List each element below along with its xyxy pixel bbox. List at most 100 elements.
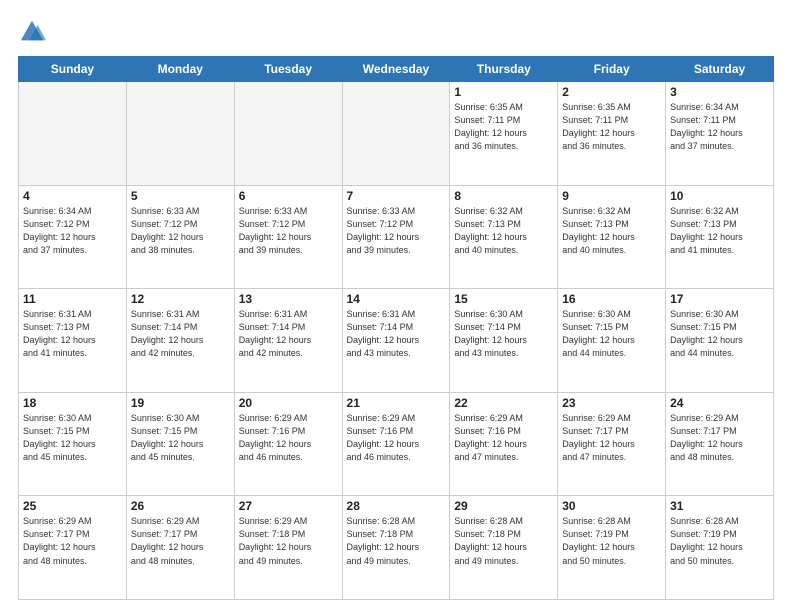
day-number: 8 [454, 189, 553, 203]
calendar-day-cell: 8Sunrise: 6:32 AM Sunset: 7:13 PM Daylig… [450, 185, 558, 289]
day-info-text: Sunrise: 6:30 AM Sunset: 7:15 PM Dayligh… [23, 412, 122, 464]
calendar-day-cell: 31 Sunrise: 6:28 AM Sunset: 7:19 PM Dayli… [666, 496, 774, 600]
day-info-text: Sunrise: 6:29 AM Sunset: 7:17 PM Dayligh… [562, 412, 661, 464]
day-number: 15 [454, 292, 553, 306]
day-info-text: Sunrise: 6:31 AM Sunset: 7:14 PM Dayligh… [131, 308, 230, 360]
calendar-day-cell: 16 Sunrise: 6:30 AM Sunset: 7:15 PM Dayli… [558, 289, 666, 393]
calendar-day-cell: 12 Sunrise: 6:31 AM Sunset: 7:14 PM Dayli… [126, 289, 234, 393]
col-friday: Friday [558, 57, 666, 82]
day-number: 23 [562, 396, 661, 410]
day-number: 17 [670, 292, 769, 306]
calendar-day-cell: 24 Sunrise: 6:29 AM Sunset: 7:17 PM Dayli… [666, 392, 774, 496]
day-info-text: Sunrise: 6:31 AM Sunset: 7:13 PM Dayligh… [23, 308, 122, 360]
calendar-day-cell: 4 Sunrise: 6:34 AM Sunset: 7:12 PM Daylig… [19, 185, 127, 289]
col-wednesday: Wednesday [342, 57, 450, 82]
day-number: 21 [347, 396, 446, 410]
calendar-header-row: Sunday Monday Tuesday Wednesday Thursday… [19, 57, 774, 82]
day-info-text: Sunrise: 6:30 AM Sunset: 7:15 PM Dayligh… [131, 412, 230, 464]
day-number: 24 [670, 396, 769, 410]
day-info-text: Sunrise: 6:33 AM Sunset: 7:12 PM Dayligh… [347, 205, 446, 257]
day-number: 16 [562, 292, 661, 306]
calendar-day-cell: 13Sunrise: 6:31 AM Sunset: 7:14 PM Dayli… [234, 289, 342, 393]
day-number: 27 [239, 499, 338, 513]
day-number: 20 [239, 396, 338, 410]
day-info-text: Sunrise: 6:35 AM Sunset: 7:11 PM Dayligh… [562, 101, 661, 153]
calendar-day-cell: 23 Sunrise: 6:29 AM Sunset: 7:17 PM Dayli… [558, 392, 666, 496]
day-number: 31 [670, 499, 769, 513]
calendar-day-cell: 7 Sunrise: 6:33 AM Sunset: 7:12 PM Daylig… [342, 185, 450, 289]
day-info-text: Sunrise: 6:29 AM Sunset: 7:16 PM Dayligh… [239, 412, 338, 464]
calendar-day-cell [342, 82, 450, 186]
calendar-day-cell: 30Sunrise: 6:28 AM Sunset: 7:19 PM Dayli… [558, 496, 666, 600]
calendar-day-cell: 21 Sunrise: 6:29 AM Sunset: 7:16 PM Dayli… [342, 392, 450, 496]
day-info-text: Sunrise: 6:29 AM Sunset: 7:16 PM Dayligh… [347, 412, 446, 464]
calendar-day-cell: 15 Sunrise: 6:30 AM Sunset: 7:14 PM Dayli… [450, 289, 558, 393]
day-number: 1 [454, 85, 553, 99]
day-info-text: Sunrise: 6:30 AM Sunset: 7:14 PM Dayligh… [454, 308, 553, 360]
col-saturday: Saturday [666, 57, 774, 82]
day-info-text: Sunrise: 6:32 AM Sunset: 7:13 PM Dayligh… [670, 205, 769, 257]
day-info-text: Sunrise: 6:33 AM Sunset: 7:12 PM Dayligh… [239, 205, 338, 257]
day-number: 3 [670, 85, 769, 99]
calendar-week-row: 4 Sunrise: 6:34 AM Sunset: 7:12 PM Daylig… [19, 185, 774, 289]
day-info-text: Sunrise: 6:30 AM Sunset: 7:15 PM Dayligh… [670, 308, 769, 360]
day-number: 30 [562, 499, 661, 513]
calendar-day-cell: 27 Sunrise: 6:29 AM Sunset: 7:18 PM Dayli… [234, 496, 342, 600]
calendar-day-cell: 28 Sunrise: 6:28 AM Sunset: 7:18 PM Dayli… [342, 496, 450, 600]
calendar-day-cell [19, 82, 127, 186]
day-number: 9 [562, 189, 661, 203]
day-info-text: Sunrise: 6:33 AM Sunset: 7:12 PM Dayligh… [131, 205, 230, 257]
col-monday: Monday [126, 57, 234, 82]
day-number: 10 [670, 189, 769, 203]
day-number: 4 [23, 189, 122, 203]
day-info-text: Sunrise: 6:29 AM Sunset: 7:17 PM Dayligh… [670, 412, 769, 464]
calendar-day-cell [126, 82, 234, 186]
calendar-day-cell: 19 Sunrise: 6:30 AM Sunset: 7:15 PM Dayli… [126, 392, 234, 496]
logo-icon [18, 18, 46, 46]
day-number: 13 [239, 292, 338, 306]
day-number: 28 [347, 499, 446, 513]
day-number: 25 [23, 499, 122, 513]
calendar-day-cell: 14Sunrise: 6:31 AM Sunset: 7:14 PM Dayli… [342, 289, 450, 393]
day-info-text: Sunrise: 6:29 AM Sunset: 7:16 PM Dayligh… [454, 412, 553, 464]
day-info-text: Sunrise: 6:28 AM Sunset: 7:19 PM Dayligh… [670, 515, 769, 567]
calendar-week-row: 25 Sunrise: 6:29 AM Sunset: 7:17 PM Dayli… [19, 496, 774, 600]
calendar-day-cell: 3 Sunrise: 6:34 AM Sunset: 7:11 PM Daylig… [666, 82, 774, 186]
calendar-day-cell: 1 Sunrise: 6:35 AM Sunset: 7:11 PM Daylig… [450, 82, 558, 186]
calendar-day-cell: 29 Sunrise: 6:28 AM Sunset: 7:18 PM Dayli… [450, 496, 558, 600]
calendar-day-cell: 6Sunrise: 6:33 AM Sunset: 7:12 PM Daylig… [234, 185, 342, 289]
logo [18, 18, 48, 46]
calendar-week-row: 11Sunrise: 6:31 AM Sunset: 7:13 PM Dayli… [19, 289, 774, 393]
header [18, 18, 774, 46]
calendar-day-cell: 26 Sunrise: 6:29 AM Sunset: 7:17 PM Dayli… [126, 496, 234, 600]
calendar-table: Sunday Monday Tuesday Wednesday Thursday… [18, 56, 774, 600]
day-number: 12 [131, 292, 230, 306]
calendar-day-cell [234, 82, 342, 186]
calendar-day-cell: 17 Sunrise: 6:30 AM Sunset: 7:15 PM Dayli… [666, 289, 774, 393]
day-number: 18 [23, 396, 122, 410]
col-sunday: Sunday [19, 57, 127, 82]
page: Sunday Monday Tuesday Wednesday Thursday… [0, 0, 792, 612]
day-number: 14 [347, 292, 446, 306]
calendar-day-cell: 11Sunrise: 6:31 AM Sunset: 7:13 PM Dayli… [19, 289, 127, 393]
day-number: 29 [454, 499, 553, 513]
day-info-text: Sunrise: 6:34 AM Sunset: 7:11 PM Dayligh… [670, 101, 769, 153]
day-info-text: Sunrise: 6:35 AM Sunset: 7:11 PM Dayligh… [454, 101, 553, 153]
day-info-text: Sunrise: 6:30 AM Sunset: 7:15 PM Dayligh… [562, 308, 661, 360]
day-number: 5 [131, 189, 230, 203]
day-number: 26 [131, 499, 230, 513]
day-info-text: Sunrise: 6:29 AM Sunset: 7:17 PM Dayligh… [23, 515, 122, 567]
day-number: 7 [347, 189, 446, 203]
calendar-day-cell: 9Sunrise: 6:32 AM Sunset: 7:13 PM Daylig… [558, 185, 666, 289]
calendar-day-cell: 10 Sunrise: 6:32 AM Sunset: 7:13 PM Dayli… [666, 185, 774, 289]
day-info-text: Sunrise: 6:28 AM Sunset: 7:18 PM Dayligh… [347, 515, 446, 567]
day-info-text: Sunrise: 6:28 AM Sunset: 7:18 PM Dayligh… [454, 515, 553, 567]
day-number: 19 [131, 396, 230, 410]
day-info-text: Sunrise: 6:29 AM Sunset: 7:17 PM Dayligh… [131, 515, 230, 567]
calendar-day-cell: 2Sunrise: 6:35 AM Sunset: 7:11 PM Daylig… [558, 82, 666, 186]
col-thursday: Thursday [450, 57, 558, 82]
calendar-week-row: 1 Sunrise: 6:35 AM Sunset: 7:11 PM Daylig… [19, 82, 774, 186]
calendar-day-cell: 5 Sunrise: 6:33 AM Sunset: 7:12 PM Daylig… [126, 185, 234, 289]
day-info-text: Sunrise: 6:29 AM Sunset: 7:18 PM Dayligh… [239, 515, 338, 567]
day-info-text: Sunrise: 6:34 AM Sunset: 7:12 PM Dayligh… [23, 205, 122, 257]
